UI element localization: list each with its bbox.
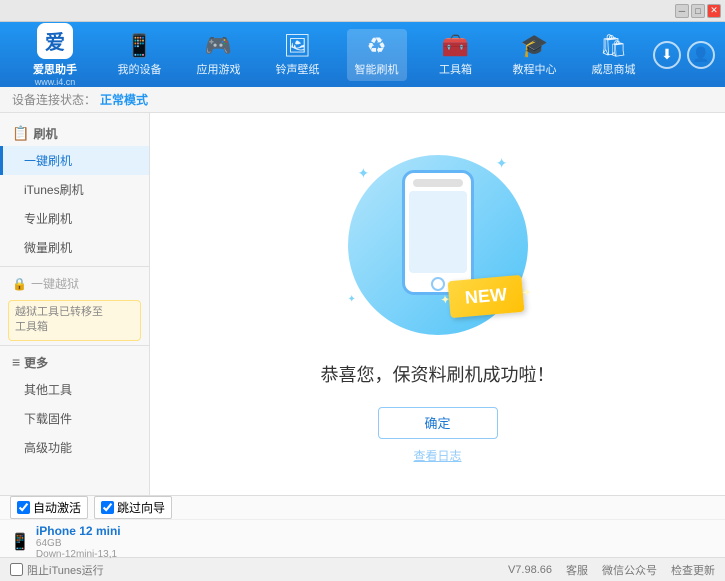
window-controls[interactable]: ─ □ ✕ — [675, 4, 721, 18]
header: 爱 爱思助手 www.i4.cn 📱 我的设备 🎮 应用游戏 🖼 铃声壁纸 ♻ … — [0, 22, 725, 87]
nav-mall[interactable]: 🛍 威思商城 — [584, 29, 644, 81]
sidebar-item-download-firmware[interactable]: 下载固件 — [0, 404, 149, 433]
sidebar-divider-2 — [0, 345, 149, 346]
lock-icon: 🔒 — [12, 277, 27, 291]
sparkle-3: ✦ — [348, 294, 356, 305]
flash-section-icon: 📋 — [12, 125, 29, 142]
confirm-button[interactable]: 确定 — [378, 407, 498, 439]
skip-wizard-input[interactable] — [101, 501, 114, 514]
logo-icon: 爱 — [37, 23, 73, 59]
content-area: NEW ✦ ✦ ✦ 恭喜您，保资料刷机成功啦！ 确定 查看日志 — [150, 113, 725, 495]
sidebar-jailbreak-locked: 🔒 一键越狱 — [0, 271, 149, 296]
status-value: 正常模式 — [100, 91, 148, 108]
sidebar-divider-1 — [0, 266, 149, 267]
smart-flash-label: 智能刷机 — [355, 61, 399, 77]
ringtone-label: 铃声壁纸 — [276, 61, 320, 77]
sidebar: 📋 刷机 一键刷机 iTunes刷机 专业刷机 微量刷机 🔒 一键越狱 越狱工具… — [0, 113, 150, 495]
update-link[interactable]: 检查更新 — [671, 562, 715, 578]
sidebar-item-itunes-flash[interactable]: iTunes刷机 — [0, 175, 149, 204]
maximize-button[interactable]: □ — [691, 4, 705, 18]
block-itunes-checkbox[interactable] — [10, 563, 23, 576]
auto-activate-checkbox[interactable]: 自动激活 — [10, 496, 88, 519]
logo-area[interactable]: 爱 爱思助手 www.i4.cn — [10, 23, 100, 87]
skip-wizard-checkbox[interactable]: 跳过向导 — [94, 496, 172, 519]
phone-illustration — [402, 170, 474, 295]
close-button[interactable]: ✕ — [707, 4, 721, 18]
nav-app-game[interactable]: 🎮 应用游戏 — [189, 29, 249, 81]
sidebar-item-micro-flash[interactable]: 微量刷机 — [0, 233, 149, 262]
my-device-label: 我的设备 — [118, 61, 162, 77]
device-name: iPhone 12 mini — [36, 524, 121, 538]
jailbreak-label: 一键越狱 — [31, 275, 79, 292]
mall-icon: 🛍 — [600, 33, 628, 59]
more-section-icon: ≡ — [12, 354, 20, 370]
more-section-label: 更多 — [24, 354, 48, 371]
auto-activate-label: 自动激活 — [33, 499, 81, 516]
wechat-link[interactable]: 微信公众号 — [602, 562, 657, 578]
main-layout: 📋 刷机 一键刷机 iTunes刷机 专业刷机 微量刷机 🔒 一键越狱 越狱工具… — [0, 113, 725, 495]
nav-tutorial[interactable]: 🎓 教程中心 — [505, 29, 565, 81]
log-link[interactable]: 查看日志 — [413, 447, 461, 464]
header-actions: ⬇ 👤 — [653, 41, 715, 69]
minimize-button[interactable]: ─ — [675, 4, 689, 18]
sparkle-2: ✦ — [496, 155, 508, 172]
toolbox-label: 工具箱 — [439, 61, 472, 77]
checkbox-row: 自动激活 跳过向导 — [0, 496, 725, 520]
sidebar-notice: 越狱工具已转移至工具箱 — [8, 300, 141, 341]
nav-smart-flash[interactable]: ♻ 智能刷机 — [347, 29, 407, 81]
new-badge: NEW — [447, 274, 524, 317]
tutorial-label: 教程中心 — [513, 61, 557, 77]
device-phone-icon: 📱 — [10, 532, 30, 552]
smart-flash-icon: ♻ — [367, 33, 387, 59]
footer-left: 阻止iTunes运行 — [10, 562, 508, 578]
tutorial-icon: 🎓 — [521, 33, 548, 59]
success-illustration: NEW ✦ ✦ ✦ — [338, 145, 538, 345]
sidebar-item-advanced[interactable]: 高级功能 — [0, 433, 149, 462]
logo-url: www.i4.cn — [35, 77, 76, 87]
sidebar-section-more: ≡ 更多 — [0, 350, 149, 375]
download-button[interactable]: ⬇ — [653, 41, 681, 69]
sidebar-item-other-tools[interactable]: 其他工具 — [0, 375, 149, 404]
device-firmware: Down-12mini-13,1 — [36, 549, 121, 560]
device-storage: 64GB — [36, 538, 121, 549]
device-info: iPhone 12 mini 64GB Down-12mini-13,1 — [36, 522, 121, 562]
skip-wizard-label: 跳过向导 — [117, 499, 165, 516]
mall-label: 威思商城 — [592, 61, 636, 77]
success-message: 恭喜您，保资料刷机成功啦！ — [321, 361, 555, 387]
nav-my-device[interactable]: 📱 我的设备 — [110, 29, 170, 81]
bottom-panel: 自动激活 跳过向导 📱 iPhone 12 mini 64GB Down-12m… — [0, 495, 725, 557]
version-text: V7.98.66 — [508, 564, 552, 576]
flash-section-label: 刷机 — [33, 125, 57, 142]
my-device-icon: 📱 — [126, 33, 153, 59]
ringtone-icon: 🖼 — [284, 33, 312, 59]
sidebar-section-flash: 📋 刷机 — [0, 121, 149, 146]
auto-activate-input[interactable] — [17, 501, 30, 514]
titlebar: ─ □ ✕ — [0, 0, 725, 22]
statusbar: 设备连接状态： 正常模式 — [0, 87, 725, 113]
block-itunes-label: 阻止iTunes运行 — [27, 562, 104, 578]
footer-right: V7.98.66 客服 微信公众号 检查更新 — [508, 562, 715, 578]
app-game-label: 应用游戏 — [197, 61, 241, 77]
status-label: 设备连接状态： — [12, 91, 96, 108]
footer-bar: 阻止iTunes运行 V7.98.66 客服 微信公众号 检查更新 — [0, 557, 725, 581]
device-row: 📱 iPhone 12 mini 64GB Down-12mini-13,1 — [0, 520, 725, 564]
nav-ringtone[interactable]: 🖼 铃声壁纸 — [268, 29, 328, 81]
sparkle-1: ✦ — [358, 165, 370, 182]
service-link[interactable]: 客服 — [566, 562, 588, 578]
logo-title: 爱思助手 — [33, 61, 77, 77]
toolbox-icon: 🧰 — [442, 33, 469, 59]
user-button[interactable]: 👤 — [687, 41, 715, 69]
app-game-icon: 🎮 — [205, 33, 232, 59]
sidebar-item-pro-flash[interactable]: 专业刷机 — [0, 204, 149, 233]
nav-toolbox[interactable]: 🧰 工具箱 — [426, 29, 486, 81]
sidebar-item-one-click-flash[interactable]: 一键刷机 — [0, 146, 149, 175]
nav-bar: 📱 我的设备 🎮 应用游戏 🖼 铃声壁纸 ♻ 智能刷机 🧰 工具箱 🎓 教程中心… — [100, 29, 653, 81]
